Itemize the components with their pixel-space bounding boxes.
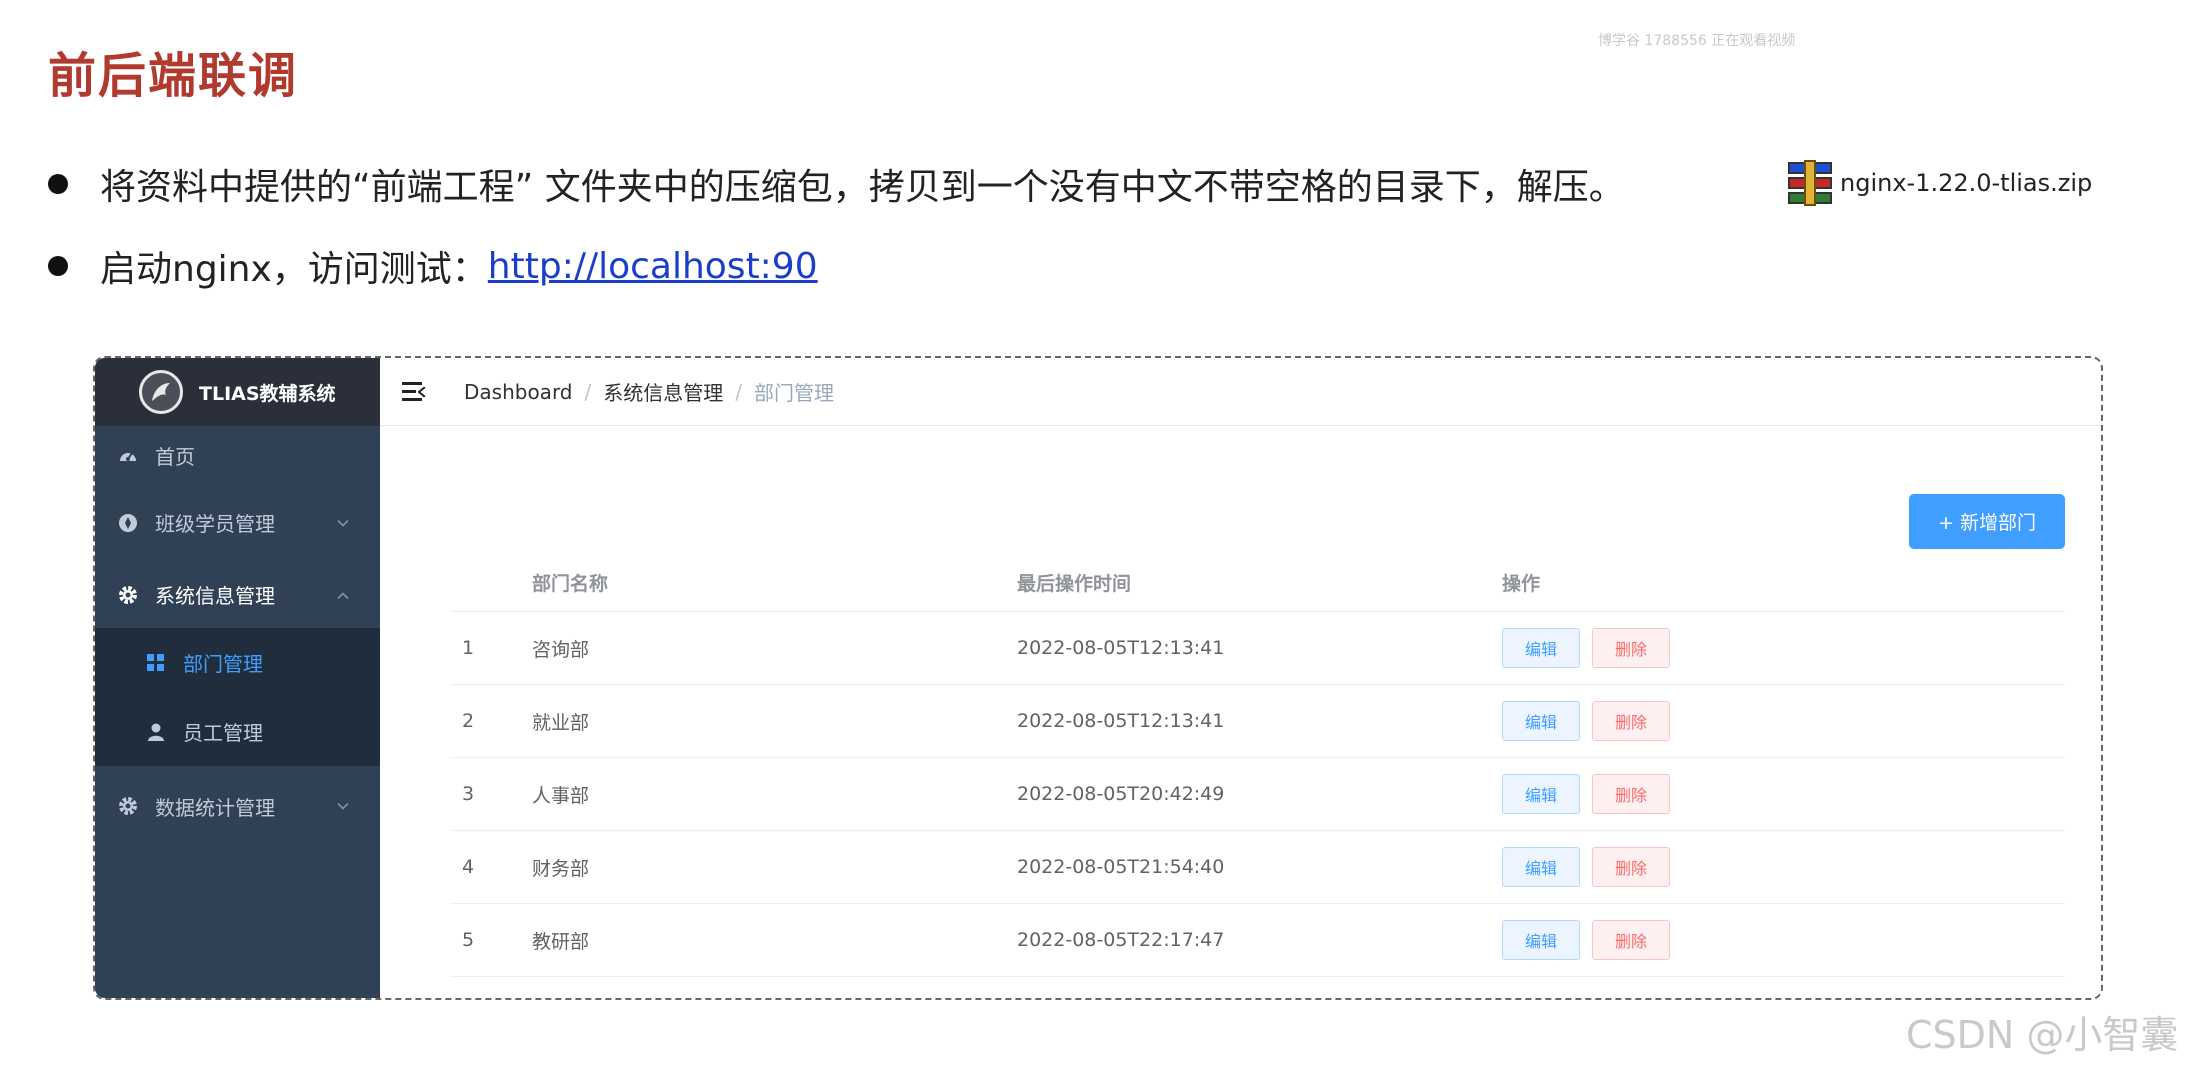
bullet-dot bbox=[48, 174, 68, 194]
breadcrumb: Dashboard / 系统信息管理 / 部门管理 bbox=[464, 377, 834, 406]
row-actions: 编辑 删除 bbox=[1502, 920, 1670, 960]
logo-bar[interactable]: TLIAS教辅系统 bbox=[95, 358, 380, 426]
slide-title: 前后端联调 bbox=[48, 48, 299, 104]
row-actions: 编辑 删除 bbox=[1502, 701, 1670, 741]
menu-label: 部门管理 bbox=[183, 652, 263, 676]
delete-button[interactable]: 删除 bbox=[1592, 847, 1670, 887]
dept-name: 人事部 bbox=[532, 784, 590, 807]
bullet-dot bbox=[48, 256, 68, 276]
chevron-down-icon bbox=[336, 513, 350, 532]
bullet-text: 启动nginx，访问测试： bbox=[100, 249, 488, 290]
compass-icon bbox=[117, 512, 139, 534]
row-index: 5 bbox=[462, 929, 475, 951]
row-actions: 编辑 删除 bbox=[1502, 628, 1670, 668]
row-actions: 编辑 删除 bbox=[1502, 847, 1670, 887]
update-time: 2022-08-05T20:42:49 bbox=[1017, 783, 1225, 805]
bullet-text: 将资料中提供的“前端工程” 文件夹中的压缩包，拷贝到一个没有中文不带空格的目录下… bbox=[100, 167, 1625, 208]
gear-icon bbox=[117, 795, 139, 817]
localhost-link[interactable]: http://localhost:90 bbox=[488, 246, 818, 287]
menu-item-stats-mgmt[interactable]: 数据统计管理 bbox=[95, 766, 380, 846]
update-time: 2022-08-05T12:13:41 bbox=[1017, 710, 1225, 732]
table-row: 5 教研部 2022-08-05T22:17:47 编辑 删除 bbox=[450, 904, 2065, 977]
delete-button[interactable]: 删除 bbox=[1592, 774, 1670, 814]
update-time: 2022-08-05T22:17:47 bbox=[1017, 929, 1225, 951]
breadcrumb-current: 部门管理 bbox=[754, 381, 835, 405]
row-index: 3 bbox=[462, 783, 475, 805]
edit-button[interactable]: 编辑 bbox=[1502, 628, 1580, 668]
col-header-time: 最后操作时间 bbox=[1017, 573, 1132, 595]
table-row: 4 财务部 2022-08-05T21:54:40 编辑 删除 bbox=[450, 831, 2065, 904]
edit-button[interactable]: 编辑 bbox=[1502, 774, 1580, 814]
delete-button[interactable]: 删除 bbox=[1592, 701, 1670, 741]
menu-label: 首页 bbox=[155, 444, 195, 469]
chevron-down-icon bbox=[336, 797, 350, 816]
table-header: 部门名称 最后操作时间 操作 bbox=[450, 554, 2065, 612]
zip-file-name: nginx-1.22.0-tlias.zip bbox=[1840, 169, 2093, 197]
logo-text: TLIAS教辅系统 bbox=[199, 382, 336, 405]
table-row: 3 人事部 2022-08-05T20:42:49 编辑 删除 bbox=[450, 758, 2065, 831]
app-screenshot: TLIAS教辅系统 首页 班级学员管理 系统信息管理 部门管理 员工管理 数据统… bbox=[93, 356, 2103, 1000]
dashboard-icon bbox=[117, 444, 139, 466]
breadcrumb-separator: / bbox=[735, 379, 743, 404]
col-header-name: 部门名称 bbox=[532, 573, 609, 595]
bullet-copy-files: 将资料中提供的“前端工程” 文件夹中的压缩包，拷贝到一个没有中文不带空格的目录下… bbox=[48, 158, 1625, 210]
dept-name: 咨询部 bbox=[532, 638, 590, 661]
menu-item-class-mgmt[interactable]: 班级学员管理 bbox=[95, 484, 380, 561]
csdn-watermark: CSDN @小智囊 bbox=[1906, 1013, 2179, 1057]
delete-button[interactable]: 删除 bbox=[1592, 628, 1670, 668]
menu-item-system-mgmt[interactable]: 系统信息管理 bbox=[95, 561, 380, 628]
menu-label: 员工管理 bbox=[183, 721, 263, 745]
menu-item-emp-mgmt[interactable]: 员工管理 bbox=[95, 697, 380, 766]
winrar-archive-icon bbox=[1784, 160, 1836, 206]
menu-item-dept-mgmt[interactable]: 部门管理 bbox=[95, 628, 380, 697]
gear-icon bbox=[117, 584, 139, 606]
chevron-up-icon bbox=[336, 585, 350, 604]
system-submenu: 部门管理 员工管理 bbox=[95, 628, 380, 766]
main-content: Dashboard / 系统信息管理 / 部门管理 + 新增部门 部门名称 最后… bbox=[380, 358, 2101, 998]
row-actions: 编辑 删除 bbox=[1502, 774, 1670, 814]
update-time: 2022-08-05T21:54:40 bbox=[1017, 856, 1225, 878]
row-index: 1 bbox=[462, 637, 475, 659]
add-dept-button[interactable]: + 新增部门 bbox=[1909, 494, 2065, 549]
zip-file[interactable]: nginx-1.22.0-tlias.zip bbox=[1784, 160, 2092, 206]
edit-button[interactable]: 编辑 bbox=[1502, 920, 1580, 960]
navbar: Dashboard / 系统信息管理 / 部门管理 bbox=[380, 358, 2101, 426]
dept-name: 财务部 bbox=[532, 857, 590, 880]
slide: 前后端联调 博学谷 1788556 正在观看视频 将资料中提供的“前端工程” 文… bbox=[0, 0, 2193, 1068]
delete-button[interactable]: 删除 bbox=[1592, 920, 1670, 960]
breadcrumb-system[interactable]: 系统信息管理 bbox=[603, 377, 723, 406]
viewer-watermark: 博学谷 1788556 正在观看视频 bbox=[1598, 33, 1796, 49]
dept-name: 就业部 bbox=[532, 711, 590, 734]
dept-table: 部门名称 最后操作时间 操作 1 咨询部 2022-08-05T12:13:41… bbox=[450, 554, 2065, 977]
table-row: 1 咨询部 2022-08-05T12:13:41 编辑 删除 bbox=[450, 612, 2065, 685]
update-time: 2022-08-05T12:13:41 bbox=[1017, 637, 1225, 659]
menu-item-home[interactable]: 首页 bbox=[95, 426, 380, 484]
grid-icon bbox=[145, 652, 167, 674]
edit-button[interactable]: 编辑 bbox=[1502, 701, 1580, 741]
breadcrumb-dashboard[interactable]: Dashboard bbox=[464, 380, 573, 404]
edit-button[interactable]: 编辑 bbox=[1502, 847, 1580, 887]
row-index: 4 bbox=[462, 856, 475, 878]
bullet-start-nginx: 启动nginx，访问测试： http://localhost:90 bbox=[48, 240, 818, 292]
menu-label: 系统信息管理 bbox=[155, 584, 275, 608]
col-header-actions: 操作 bbox=[1502, 573, 1541, 595]
table-row: 2 就业部 2022-08-05T12:13:41 编辑 删除 bbox=[450, 685, 2065, 758]
row-index: 2 bbox=[462, 710, 475, 732]
dept-name: 教研部 bbox=[532, 930, 590, 953]
menu-label: 数据统计管理 bbox=[155, 795, 275, 820]
logo-icon bbox=[139, 370, 183, 414]
hamburger-icon[interactable] bbox=[402, 381, 426, 402]
user-icon bbox=[145, 721, 167, 743]
breadcrumb-separator: / bbox=[584, 379, 592, 404]
sidebar: TLIAS教辅系统 首页 班级学员管理 系统信息管理 部门管理 员工管理 数据统… bbox=[95, 358, 380, 998]
menu-label: 班级学员管理 bbox=[155, 512, 275, 536]
